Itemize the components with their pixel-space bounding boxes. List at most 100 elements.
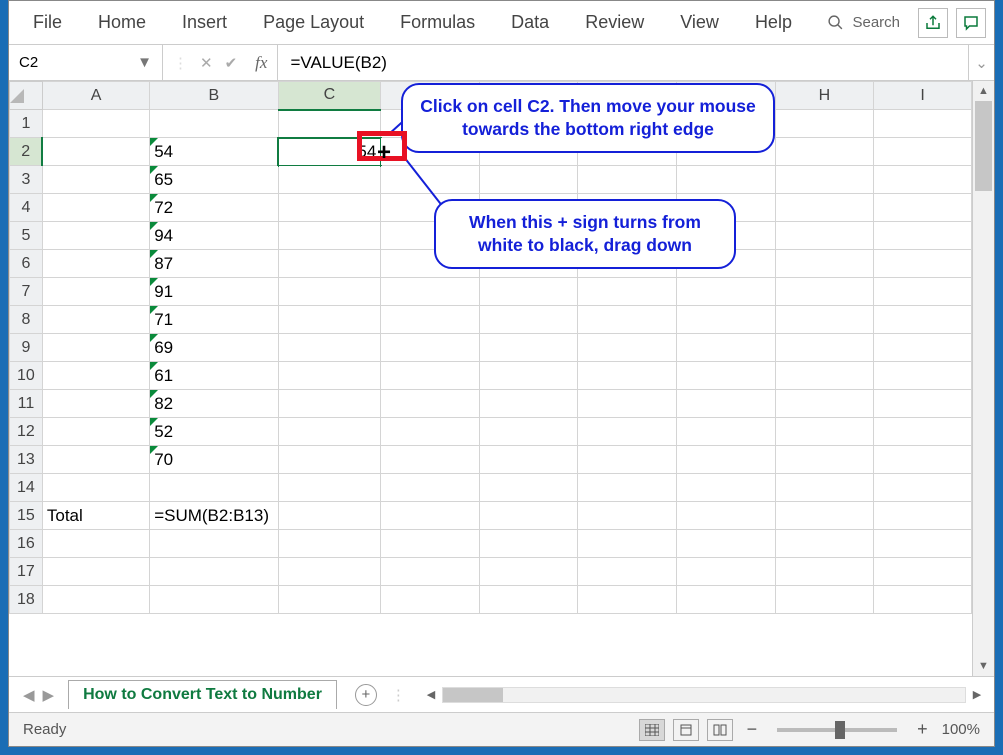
new-sheet-button[interactable]: + [355, 684, 377, 706]
search-icon [827, 14, 844, 31]
status-ready: Ready [23, 721, 66, 738]
fx-icon[interactable]: fx [255, 53, 267, 73]
comments-button[interactable] [956, 8, 986, 38]
grid-view-icon [645, 724, 659, 736]
cell-B4[interactable]: 72 [150, 194, 278, 222]
row-header[interactable]: 12 [10, 418, 43, 446]
zoom-level[interactable]: 100% [942, 721, 980, 738]
zoom-in-button[interactable]: + [911, 719, 934, 740]
tab-help[interactable]: Help [739, 6, 808, 39]
tab-nav: ◀ ▶ [9, 686, 68, 704]
tab-view[interactable]: View [664, 6, 735, 39]
comment-icon [962, 14, 980, 32]
ribbon-tabs: File Home Insert Page Layout Formulas Da… [9, 1, 994, 45]
row-header[interactable]: 1 [10, 110, 43, 138]
excel-window: File Home Insert Page Layout Formulas Da… [8, 0, 995, 747]
share-icon [924, 14, 942, 32]
name-box-dropdown-icon[interactable]: ▼ [137, 54, 152, 71]
row-header[interactable]: 3 [10, 166, 43, 194]
cell-B8[interactable]: 71 [150, 306, 278, 334]
plus-icon: + [362, 686, 371, 703]
col-header-H[interactable]: H [775, 82, 874, 110]
col-header-B[interactable]: B [150, 82, 278, 110]
scroll-right-icon[interactable]: ▶ [966, 688, 988, 701]
col-header-I[interactable]: I [874, 82, 972, 110]
cell-B11[interactable]: 82 [150, 390, 278, 418]
row-header[interactable]: 17 [10, 558, 43, 586]
fill-cursor-icon: + [377, 139, 391, 167]
scroll-thumb[interactable] [443, 688, 503, 702]
row-header[interactable]: 8 [10, 306, 43, 334]
col-header-A[interactable]: A [42, 82, 149, 110]
row-header[interactable]: 16 [10, 530, 43, 558]
cell-B6[interactable]: 87 [150, 250, 278, 278]
formula-bar: C2 ▼ ⋮ ✕ ✔ fx =VALUE(B2) ⌄ [9, 45, 994, 81]
zoom-out-button[interactable]: − [741, 719, 764, 740]
cell-B9[interactable]: 69 [150, 334, 278, 362]
name-box[interactable]: C2 ▼ [9, 45, 163, 80]
row-header[interactable]: 9 [10, 334, 43, 362]
sheet-tab-bar: ◀ ▶ How to Convert Text to Number + ⋮ ◀ … [9, 676, 994, 712]
cell-B5[interactable]: 94 [150, 222, 278, 250]
zoom-slider[interactable] [777, 728, 897, 732]
cell-B12[interactable]: 52 [150, 418, 278, 446]
tab-page-layout[interactable]: Page Layout [247, 6, 380, 39]
col-header-C[interactable]: C [278, 82, 381, 110]
vertical-scrollbar[interactable]: ▲ ▼ [972, 81, 994, 676]
row-header[interactable]: 11 [10, 390, 43, 418]
view-page-break-button[interactable] [707, 719, 733, 741]
cell-B2[interactable]: 54 [150, 138, 278, 166]
row-header[interactable]: 14 [10, 474, 43, 502]
page-break-icon [713, 724, 727, 736]
tab-next-icon[interactable]: ▶ [43, 686, 55, 704]
cell-B15[interactable]: =SUM(B2:B13) [150, 502, 278, 530]
share-button[interactable] [918, 8, 948, 38]
zoom-thumb[interactable] [835, 721, 845, 739]
row-header[interactable]: 2 [10, 138, 43, 166]
tab-insert[interactable]: Insert [166, 6, 243, 39]
scroll-left-icon[interactable]: ◀ [420, 688, 442, 701]
tab-file[interactable]: File [17, 6, 78, 39]
horizontal-scrollbar[interactable]: ◀ ▶ [420, 687, 994, 703]
row-header[interactable]: 7 [10, 278, 43, 306]
row-header[interactable]: 13 [10, 446, 43, 474]
sheet-tab[interactable]: How to Convert Text to Number [68, 680, 337, 709]
view-normal-button[interactable] [639, 719, 665, 741]
row-header[interactable]: 6 [10, 250, 43, 278]
cell-B10[interactable]: 61 [150, 362, 278, 390]
grid-area: A B C D E F G H I 1 25454 365 472 594 [9, 81, 994, 712]
tab-formulas[interactable]: Formulas [384, 6, 491, 39]
scroll-down-icon[interactable]: ▼ [973, 656, 994, 676]
tab-prev-icon[interactable]: ◀ [23, 686, 35, 704]
formula-buttons: ⋮ ✕ ✔ fx [163, 45, 278, 80]
search-box[interactable]: Search [817, 14, 910, 31]
scroll-thumb[interactable] [975, 101, 992, 191]
spreadsheet-grid[interactable]: A B C D E F G H I 1 25454 365 472 594 [9, 81, 972, 614]
tab-review[interactable]: Review [569, 6, 660, 39]
tab-home[interactable]: Home [82, 6, 162, 39]
enter-icon[interactable]: ✔ [225, 54, 238, 72]
error-indicator-icon [150, 138, 158, 146]
formula-bar-expand-icon[interactable]: ⌄ [968, 45, 994, 80]
cell-B7[interactable]: 91 [150, 278, 278, 306]
row-header[interactable]: 18 [10, 586, 43, 614]
tab-data[interactable]: Data [495, 6, 565, 39]
select-all-corner[interactable] [10, 82, 43, 110]
cell-B3[interactable]: 65 [150, 166, 278, 194]
cell-reference: C2 [19, 54, 38, 71]
row-header[interactable]: 15 [10, 502, 43, 530]
row-header[interactable]: 5 [10, 222, 43, 250]
cell-B13[interactable]: 70 [150, 446, 278, 474]
status-bar: Ready − + 100% [9, 712, 994, 746]
row-header[interactable]: 4 [10, 194, 43, 222]
view-page-layout-button[interactable] [673, 719, 699, 741]
callout-instruction-2: When this + sign turns from white to bla… [434, 199, 736, 269]
cell-A15[interactable]: Total [42, 502, 149, 530]
search-placeholder: Search [852, 14, 900, 31]
formula-input[interactable]: =VALUE(B2) [278, 53, 968, 73]
page-layout-icon [679, 724, 693, 736]
row-header[interactable]: 10 [10, 362, 43, 390]
callout-instruction-1: Click on cell C2. Then move your mouse t… [401, 83, 775, 153]
scroll-up-icon[interactable]: ▲ [973, 81, 994, 101]
cancel-icon[interactable]: ✕ [200, 54, 213, 72]
